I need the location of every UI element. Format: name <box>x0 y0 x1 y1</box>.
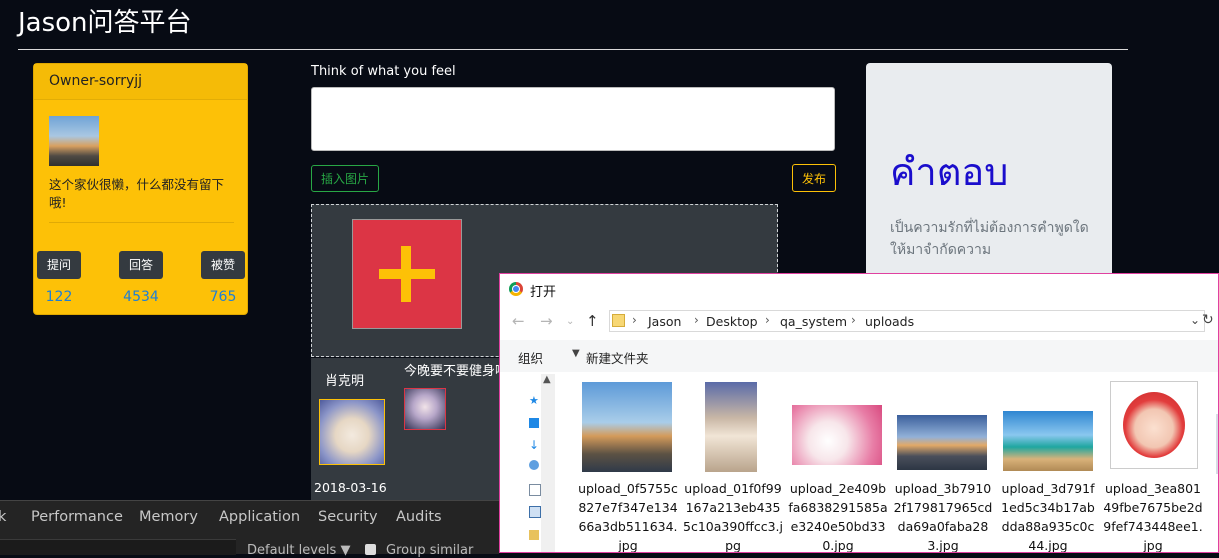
file-thumbnail <box>1110 381 1198 469</box>
group-similar-label: Group similar <box>386 543 474 558</box>
dialog-title: 打开 <box>530 285 557 300</box>
desktop-icon[interactable] <box>529 418 539 428</box>
file-thumbnail <box>897 415 987 470</box>
chrome-icon <box>509 282 523 296</box>
owner-label: Owner-sorryjj <box>49 73 143 89</box>
breadcrumb-jason[interactable]: Jason <box>648 314 681 329</box>
insert-image-button[interactable]: 插入图片 <box>311 165 379 192</box>
card-divider <box>49 222 234 223</box>
site-title[interactable]: Jason问答平台 <box>18 2 192 39</box>
chevron-down-icon[interactable]: ▼ <box>572 348 580 359</box>
up-arrow-icon[interactable]: ↑ <box>586 312 599 330</box>
chevron-right-icon: › <box>632 313 637 327</box>
file-name: upload_3d791f1ed5c34b17abdda88a935c0c44.… <box>1001 481 1095 553</box>
group-similar-checkbox[interactable] <box>365 544 376 555</box>
post-image[interactable] <box>404 388 446 430</box>
file-name: upload_0f5755c827e7f347e13466a3db511634.… <box>578 481 678 553</box>
questions-button[interactable]: 提问 <box>37 251 81 279</box>
file-name: upload_3b79102f179817965cdda69a0faba283.… <box>893 481 993 553</box>
breadcrumb-qa-system[interactable]: qa_system <box>780 314 847 329</box>
devtools-tab-partial[interactable]: k <box>0 509 6 525</box>
quick-access-icon[interactable]: ★ <box>529 394 541 407</box>
file-thumbnail <box>582 382 672 472</box>
questions-count: 122 <box>45 289 73 305</box>
chevron-right-icon: › <box>851 313 856 327</box>
file-name: upload_2e409bfa6838291585ae3240e50bd330.… <box>788 481 888 553</box>
likes-button[interactable]: 被赞 <box>201 251 245 279</box>
author-avatar[interactable] <box>319 399 385 465</box>
back-arrow-icon[interactable]: ← <box>512 312 525 330</box>
devtools-panel: k Performance Memory Application Securit… <box>0 500 499 558</box>
vertical-scrollbar[interactable]: ▲ <box>541 374 555 552</box>
file-open-dialog: 打开 ← → ⌄ ↑ › Jason › Desktop › qa_system… <box>499 273 1219 553</box>
chevron-right-icon: › <box>765 313 770 327</box>
answer-panel-title: คำตอบ <box>890 150 1009 194</box>
refresh-icon[interactable]: ↻ <box>1202 312 1214 328</box>
chevron-down-icon[interactable]: ⌄ <box>1190 313 1200 327</box>
chevron-right-icon: › <box>694 313 699 327</box>
download-icon[interactable]: ↓ <box>529 438 539 452</box>
address-bar[interactable]: › Jason › Desktop › qa_system › uploads … <box>609 310 1205 332</box>
answers-button[interactable]: 回答 <box>119 251 163 279</box>
profile-card: Owner-sorryjj 这个家伙很懒，什么都没有留下哦! 提问 回答 被赞 … <box>33 63 248 315</box>
breadcrumb-uploads[interactable]: uploads <box>865 314 914 329</box>
forward-arrow-icon[interactable]: → <box>540 312 553 330</box>
answer-panel: คำตอบ เป็นความรักที่ไม่ต้องการคำพูดใด ให… <box>866 63 1112 303</box>
post-date: 2018-03-16 <box>314 480 387 495</box>
devtools-tab-security[interactable]: Security <box>318 509 378 525</box>
feed-post: 肖克明 今晚要不要健身啊 2018-03-16 <box>311 358 508 500</box>
file-thumbnail <box>792 405 882 465</box>
cloud-icon[interactable] <box>529 460 539 470</box>
pictures-icon[interactable] <box>529 506 541 518</box>
devtools-tab-audits[interactable]: Audits <box>396 509 442 525</box>
devtools-tab-memory[interactable]: Memory <box>139 509 198 525</box>
post-author[interactable]: 肖克明 <box>325 370 364 389</box>
log-levels-dropdown[interactable]: Default levels ▼ <box>247 543 350 558</box>
devtools-tab-application[interactable]: Application <box>219 509 300 525</box>
answer-panel-text: เป็นความรักที่ไม่ต้องการคำพูดใด ให้มาจำก… <box>890 220 1089 258</box>
file-name: upload_3ea80149fbe7675be2d9fef743448ee1.… <box>1103 481 1203 553</box>
header-divider <box>18 49 1128 50</box>
dialog-toolbar: 组织 ▼ 新建文件夹 <box>500 340 1218 372</box>
new-folder-button[interactable]: 新建文件夹 <box>586 348 649 367</box>
scroll-up-arrow-icon[interactable]: ▲ <box>543 374 551 385</box>
file-thumbnail <box>1003 411 1093 471</box>
document-icon[interactable] <box>529 484 541 496</box>
devtools-tab-performance[interactable]: Performance <box>31 509 123 525</box>
answers-count: 4534 <box>123 289 159 305</box>
publish-button[interactable]: 发布 <box>792 164 836 192</box>
file-thumbnail <box>705 382 757 472</box>
question-textarea[interactable] <box>311 87 835 151</box>
plus-icon <box>379 246 435 302</box>
organize-menu[interactable]: 组织 <box>518 348 543 367</box>
post-text: 今晚要不要健身啊 <box>404 364 509 379</box>
question-prompt: Think of what you feel <box>311 64 456 79</box>
profile-avatar <box>49 116 99 166</box>
profile-bio: 这个家伙很懒，什么都没有留下哦! <box>49 177 225 210</box>
likes-count: 765 <box>209 289 237 305</box>
breadcrumb-desktop[interactable]: Desktop <box>706 314 758 329</box>
folder-icon[interactable] <box>529 530 539 540</box>
add-image-button[interactable] <box>352 219 462 329</box>
recent-dropdown-icon[interactable]: ⌄ <box>566 316 574 327</box>
profile-card-header: Owner-sorryjj <box>34 64 247 100</box>
file-name: upload_01f0f99167a213eb4355c10a390ffcc3.… <box>683 481 784 553</box>
folder-icon <box>612 314 625 327</box>
